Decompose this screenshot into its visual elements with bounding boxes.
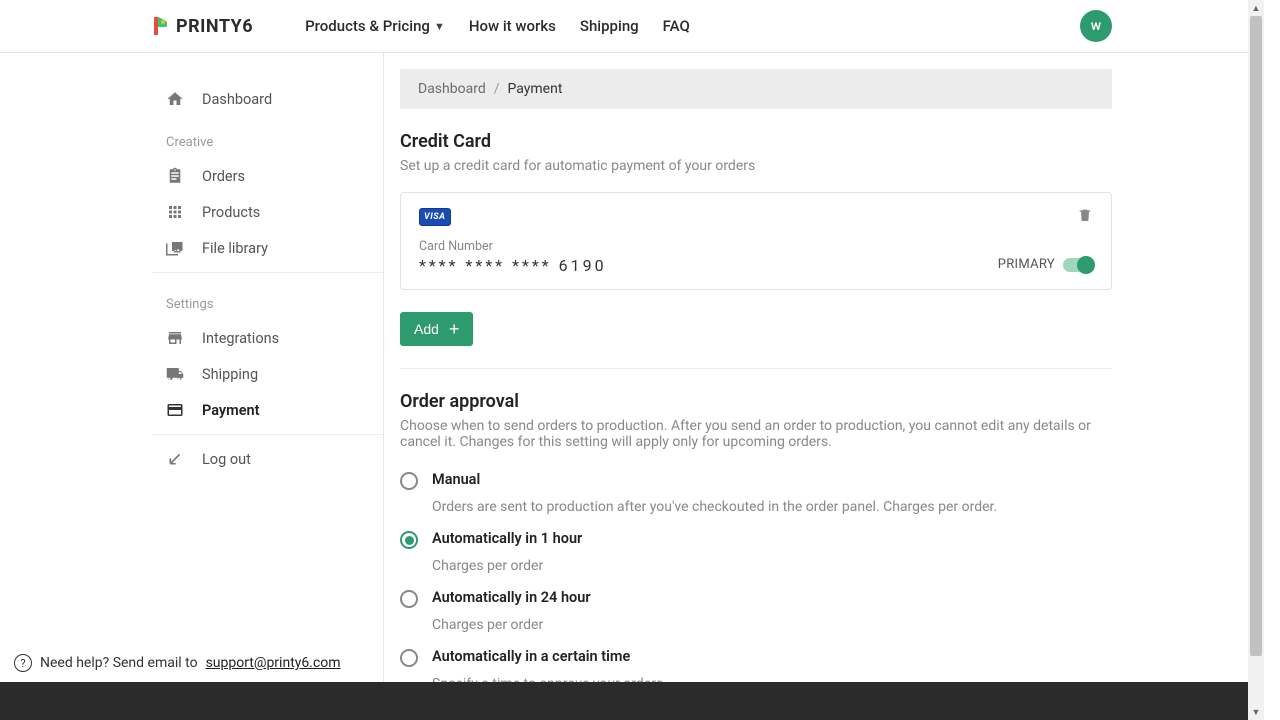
sidebar-label: Payment [202, 402, 259, 419]
visa-badge: VISA [419, 208, 451, 226]
chevron-down-icon: ▼ [434, 20, 445, 33]
credit-card-title: Credit Card [400, 131, 1112, 152]
divider [400, 368, 1112, 369]
library-icon [166, 239, 184, 257]
sidebar-item-file-library[interactable]: File library [152, 230, 383, 266]
card-number-label: Card Number [419, 239, 1093, 254]
nav-shipping[interactable]: Shipping [580, 17, 639, 35]
credit-card-subtitle: Set up a credit card for automatic payme… [400, 158, 1112, 174]
grid-icon [166, 203, 184, 221]
sidebar-label: Integrations [202, 330, 279, 347]
divider [152, 434, 383, 435]
radio-desc: Charges per order [432, 617, 1112, 633]
radio-icon [400, 472, 418, 490]
help-text: Need help? Send email to [40, 655, 198, 671]
help-footer: ? Need help? Send email to support@print… [14, 654, 341, 672]
sidebar-section-creative: Creative [152, 117, 383, 158]
radio-manual[interactable]: Manual [400, 468, 1112, 493]
card-number: **** **** **** 6190 [419, 256, 607, 275]
sidebar-label: Products [202, 204, 260, 221]
order-approval-options: Manual Orders are sent to production aft… [400, 468, 1112, 698]
sidebar-label: Log out [202, 451, 251, 468]
sidebar-item-shipping[interactable]: Shipping [152, 356, 383, 392]
logout-icon [166, 450, 184, 468]
clipboard-icon [166, 167, 184, 185]
card-icon [166, 401, 184, 419]
radio-desc: Charges per order [432, 558, 1112, 574]
sidebar-label: File library [202, 240, 268, 257]
nav-products-pricing[interactable]: Products & Pricing ▼ [305, 17, 445, 35]
sidebar-label: Dashboard [202, 91, 272, 108]
sidebar-item-payment[interactable]: Payment [152, 392, 383, 428]
sidebar-item-logout[interactable]: Log out [152, 441, 383, 477]
sidebar-item-integrations[interactable]: Integrations [152, 320, 383, 356]
sidebar: Dashboard Creative Orders Products File … [152, 53, 384, 682]
add-button-label: Add [414, 321, 439, 337]
sidebar-item-products[interactable]: Products [152, 194, 383, 230]
scroll-up-icon[interactable]: ▲ [1248, 0, 1264, 16]
nav-faq[interactable]: FAQ [663, 17, 690, 35]
sidebar-label: Orders [202, 168, 245, 185]
primary-label: PRIMARY [998, 257, 1055, 272]
breadcrumb-root[interactable]: Dashboard [418, 81, 486, 97]
breadcrumb-separator: / [494, 81, 500, 97]
logo-text: PRINTY6 [176, 16, 253, 37]
topnav: Products & Pricing ▼ How it works Shippi… [305, 17, 690, 35]
radio-icon [400, 590, 418, 608]
main-content: Dashboard / Payment Credit Card Set up a… [384, 53, 1112, 682]
radio-icon [400, 649, 418, 667]
divider [152, 272, 383, 273]
sidebar-section-settings: Settings [152, 279, 383, 320]
plus-icon: + [449, 320, 460, 338]
radio-desc: Orders are sent to production after you'… [432, 499, 1112, 515]
scrollbar-thumb[interactable] [1250, 16, 1262, 656]
radio-auto-1h[interactable]: Automatically in 1 hour [400, 527, 1112, 552]
avatar[interactable]: w [1080, 10, 1112, 42]
scroll-down-icon[interactable]: ▼ [1248, 704, 1264, 720]
store-icon [166, 329, 184, 347]
sidebar-label: Shipping [202, 366, 258, 383]
order-approval-title: Order approval [400, 391, 1112, 412]
radio-auto-custom[interactable]: Automatically in a certain time [400, 645, 1112, 670]
help-icon[interactable]: ? [14, 654, 32, 672]
logo-mark-icon [152, 15, 170, 37]
radio-label: Manual [432, 471, 480, 488]
radio-label: Automatically in 1 hour [432, 530, 582, 547]
trash-icon[interactable] [1077, 207, 1093, 227]
sidebar-item-orders[interactable]: Orders [152, 158, 383, 194]
radio-label: Automatically in a certain time [432, 648, 630, 665]
page-footer [0, 682, 1248, 720]
add-card-button[interactable]: Add + [400, 312, 473, 346]
home-icon [166, 90, 184, 108]
scrollbar[interactable]: ▲ ▼ [1248, 0, 1264, 720]
sidebar-item-dashboard[interactable]: Dashboard [152, 81, 383, 117]
nav-products-label: Products & Pricing [305, 17, 430, 35]
radio-label: Automatically in 24 hour [432, 589, 591, 606]
radio-auto-24h[interactable]: Automatically in 24 hour [400, 586, 1112, 611]
logo[interactable]: PRINTY6 [152, 15, 253, 37]
help-email-link[interactable]: support@printy6.com [206, 655, 341, 671]
primary-toggle[interactable] [1063, 258, 1093, 272]
radio-icon [400, 531, 418, 549]
nav-how-it-works[interactable]: How it works [469, 17, 556, 35]
breadcrumb-current: Payment [508, 81, 563, 97]
breadcrumb: Dashboard / Payment [400, 69, 1112, 109]
topbar: PRINTY6 Products & Pricing ▼ How it work… [0, 0, 1264, 53]
order-approval-subtitle: Choose when to send orders to production… [400, 418, 1112, 450]
truck-icon [166, 365, 184, 383]
credit-card-box: VISA Card Number **** **** **** 6190 PRI… [400, 192, 1112, 290]
